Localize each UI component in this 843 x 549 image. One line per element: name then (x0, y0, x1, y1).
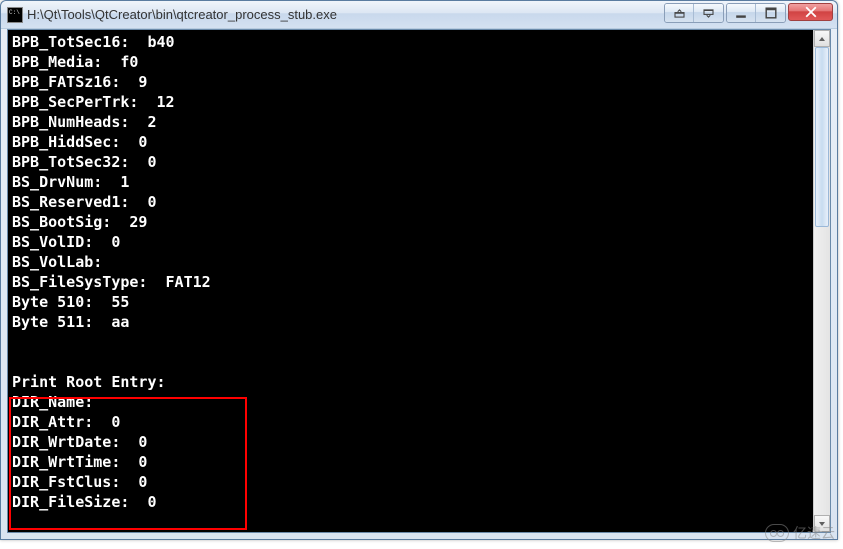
watermark: 亿速云 (765, 523, 835, 543)
maximize-button[interactable] (756, 4, 785, 22)
window-controls (664, 3, 833, 23)
maximize-icon (765, 7, 777, 19)
watermark-text: 亿速云 (793, 523, 835, 543)
vertical-scrollbar[interactable] (813, 30, 830, 532)
chevron-up-icon (818, 35, 826, 43)
titlebar[interactable]: H:\Qt\Tools\QtCreator\bin\qtcreator_proc… (1, 1, 837, 29)
minimize-icon (735, 7, 747, 19)
restore-up-icon (674, 9, 685, 18)
restore-down-button[interactable] (694, 4, 723, 22)
app-icon (7, 7, 23, 23)
console-output: BPB_TotSec16: b40 BPB_Media: f0 BPB_FATS… (8, 30, 830, 532)
client-area: BPB_TotSec16: b40 BPB_Media: f0 BPB_FATS… (7, 29, 831, 533)
restore-down-icon (703, 9, 714, 18)
scroll-up-button[interactable] (814, 30, 830, 47)
scrollbar-thumb[interactable] (815, 47, 829, 227)
close-button[interactable] (788, 3, 833, 21)
app-window: H:\Qt\Tools\QtCreator\bin\qtcreator_proc… (0, 0, 838, 540)
close-icon (805, 6, 817, 18)
restore-up-button[interactable] (665, 4, 694, 22)
watermark-cloud-icon (765, 524, 789, 542)
minimize-button[interactable] (727, 4, 756, 22)
